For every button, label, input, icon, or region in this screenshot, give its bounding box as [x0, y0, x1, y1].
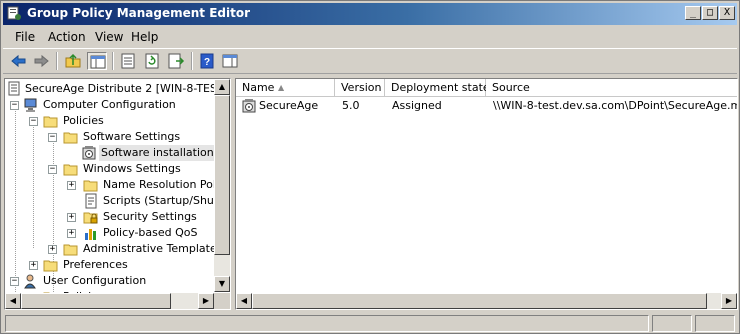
menu-view[interactable]: View	[95, 30, 123, 44]
tree-label: Windows Settings	[83, 162, 181, 175]
svg-text:?: ?	[204, 57, 210, 68]
show-hide-tree-icon[interactable]	[87, 52, 107, 70]
forward-icon[interactable]	[31, 52, 51, 70]
tree-label-selected: Software installation	[99, 145, 216, 161]
maximize-button[interactable]: □	[702, 6, 718, 20]
up-folder-icon[interactable]	[63, 52, 83, 70]
scroll-right-arrow-icon[interactable]: ▶	[721, 293, 737, 309]
tree-vertical-scrollbar[interactable]: ▲ ▼	[214, 79, 230, 292]
expand-icon[interactable]: +	[29, 261, 38, 270]
qos-chart-icon	[85, 229, 96, 240]
tree-label-root: SecureAge Distribute 2 [WIN-8-TEST.DE	[25, 82, 231, 95]
tree-horizontal-scrollbar[interactable]: ◀ ▶	[5, 293, 214, 309]
tree-vertical-scroll-thumb[interactable]	[214, 95, 230, 255]
menu-help[interactable]: Help	[131, 30, 158, 44]
gpo-icon	[8, 81, 20, 96]
scroll-right-arrow-icon[interactable]: ▶	[198, 293, 214, 309]
column-header-label: Version	[341, 81, 382, 94]
list-horizontal-scroll-thumb[interactable]	[252, 293, 707, 309]
title-bar[interactable]: Group Policy Management Editor _ □ X	[3, 3, 737, 25]
status-panel-main	[5, 315, 649, 332]
tree-label: Security Settings	[103, 210, 197, 223]
cell-version: 5.0	[342, 99, 360, 112]
security-folder-icon	[83, 212, 98, 224]
minimize-button[interactable]: _	[685, 6, 701, 20]
folder-icon	[43, 260, 58, 272]
tree-label: Computer Configuration	[43, 98, 176, 111]
scroll-down-arrow-icon[interactable]: ▼	[214, 276, 230, 292]
scripts-icon	[85, 193, 97, 209]
folder-icon	[63, 164, 78, 176]
help-icon[interactable]: ?	[197, 52, 217, 70]
sort-ascending-icon: ▲	[278, 83, 285, 92]
collapse-icon[interactable]: −	[48, 165, 57, 174]
cell-source: \\WIN-8-test.dev.sa.com\DPoint\SecureAge…	[493, 99, 738, 112]
user-icon	[24, 274, 36, 289]
scroll-up-arrow-icon[interactable]: ▲	[214, 79, 230, 95]
tree-label: User Configuration	[43, 274, 147, 287]
column-header-label: Deployment state	[391, 81, 490, 94]
tree-horizontal-scroll-thumb[interactable]	[21, 293, 171, 309]
tree-label: Administrative Templates: P	[83, 242, 231, 255]
toolbar-separator	[191, 52, 193, 70]
export-list-icon[interactable]	[166, 52, 186, 70]
cell-name: SecureAge	[259, 99, 319, 112]
properties-icon[interactable]	[118, 52, 138, 70]
software-installation-icon	[82, 146, 96, 160]
tree-label: Software Settings	[83, 130, 181, 143]
tree-label: Name Resolution Policy	[103, 178, 231, 191]
column-header-label: Source	[492, 81, 530, 94]
scrollbar-corner	[214, 293, 230, 309]
column-header-label: Name	[242, 81, 275, 94]
tree-label: Preferences	[63, 258, 128, 271]
folder-icon	[63, 132, 78, 144]
collapse-icon[interactable]: −	[29, 117, 38, 126]
back-icon[interactable]	[9, 52, 29, 70]
refresh-icon[interactable]	[142, 52, 162, 70]
column-header-deployment-state[interactable]: Deployment state	[385, 79, 490, 97]
list-horizontal-scrollbar[interactable]: ◀ ▶	[236, 293, 737, 309]
toolbar-separator	[56, 52, 58, 70]
details-list-pane[interactable]: Name ▲ Version Deployment state Source S…	[235, 78, 738, 310]
menu-action[interactable]: Action	[48, 30, 86, 44]
computer-icon	[24, 98, 37, 112]
status-panel-3	[695, 315, 735, 332]
cell-deployment-state: Assigned	[392, 99, 442, 112]
window-title: Group Policy Management Editor	[27, 6, 251, 20]
tree-label: Policy-based QoS	[103, 226, 198, 239]
gpme-app-icon	[7, 6, 21, 20]
expand-icon[interactable]: +	[67, 181, 76, 190]
menu-bar: File Action View Help	[3, 27, 737, 47]
status-panel-2	[652, 315, 692, 332]
tree-label: Policies	[63, 114, 104, 127]
gpme-window: Group Policy Management Editor _ □ X Fil…	[0, 0, 740, 334]
column-header-name[interactable]: Name ▲	[236, 79, 335, 97]
collapse-icon[interactable]: −	[10, 277, 19, 286]
expand-icon[interactable]: +	[67, 229, 76, 238]
toolbar: ?	[3, 48, 737, 74]
show-hide-action-pane-icon[interactable]	[220, 52, 240, 70]
menu-file[interactable]: File	[15, 30, 35, 44]
close-button[interactable]: X	[719, 6, 735, 20]
console-tree-pane[interactable]: SecureAge Distribute 2 [WIN-8-TEST.DE − …	[4, 78, 231, 310]
expand-icon[interactable]: +	[67, 213, 76, 222]
column-header-source[interactable]: Source	[486, 79, 737, 97]
expand-icon[interactable]: +	[48, 245, 57, 254]
collapse-icon[interactable]: −	[10, 101, 19, 110]
status-bar	[3, 313, 737, 333]
folder-icon	[63, 244, 78, 256]
column-header-version[interactable]: Version	[335, 79, 385, 97]
toolbar-separator	[112, 52, 114, 70]
collapse-icon[interactable]: −	[48, 133, 57, 142]
folder-icon	[43, 116, 58, 128]
scroll-left-arrow-icon[interactable]: ◀	[236, 293, 252, 309]
folder-icon	[83, 180, 98, 192]
scroll-left-arrow-icon[interactable]: ◀	[5, 293, 21, 309]
tree-label: Scripts (Startup/Shutdo	[103, 194, 231, 207]
